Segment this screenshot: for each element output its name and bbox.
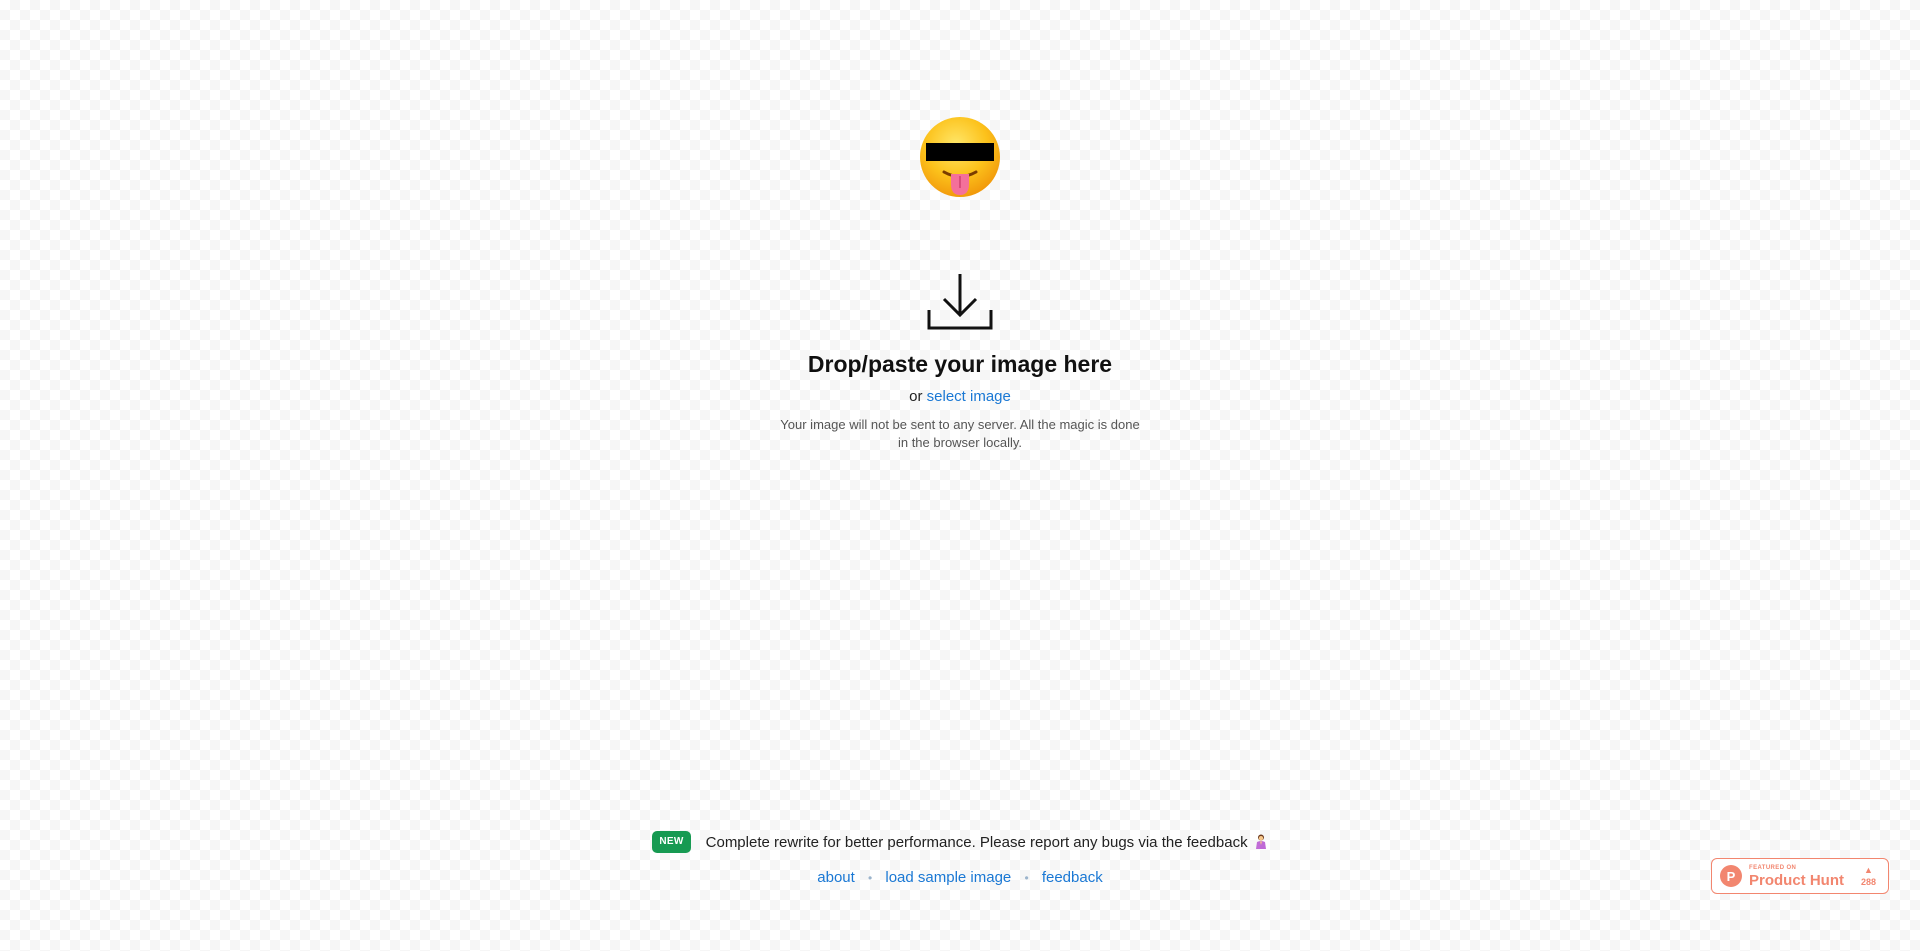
product-hunt-votes: ▲ 288 <box>1860 864 1876 887</box>
vote-count: 288 <box>1860 876 1876 887</box>
or-text: or <box>909 388 923 405</box>
footer-separator: • <box>1024 871 1029 885</box>
new-badge: NEW <box>652 831 691 853</box>
announcement-text: Complete rewrite for better performance.… <box>705 833 1248 851</box>
about-link[interactable]: about <box>817 869 855 886</box>
drop-title: Drop/paste your image here <box>807 351 1113 377</box>
select-image-row: or select image <box>760 387 1160 407</box>
logo-emoji-icon <box>920 117 1000 197</box>
product-hunt-text: FEATURED ON Product Hunt <box>1749 865 1844 888</box>
product-hunt-badge[interactable]: P FEATURED ON Product Hunt ▲ 288 <box>1711 858 1889 894</box>
page: Drop/paste your image here or select ima… <box>0 0 1920 951</box>
announcement-bar: NEW Complete rewrite for better performa… <box>0 830 1920 854</box>
footer-separator: • <box>868 871 873 885</box>
drop-zone[interactable]: Drop/paste your image here or select ima… <box>760 262 1160 472</box>
praying-person-icon <box>1255 834 1266 849</box>
featured-on-label: FEATURED ON <box>1749 864 1797 871</box>
upvote-arrow-icon: ▲ <box>1864 864 1873 875</box>
download-tray-icon <box>927 274 993 330</box>
select-image-link[interactable]: select image <box>927 388 1011 405</box>
privacy-note: Your image will not be sent to any serve… <box>780 417 1140 450</box>
load-sample-image-link[interactable]: load sample image <box>885 869 1011 886</box>
product-hunt-name: Product Hunt <box>1749 871 1844 889</box>
product-hunt-logo-icon: P <box>1720 865 1742 887</box>
feedback-link[interactable]: feedback <box>1042 869 1103 886</box>
footer-links: about • load sample image • feedback <box>0 868 1920 888</box>
